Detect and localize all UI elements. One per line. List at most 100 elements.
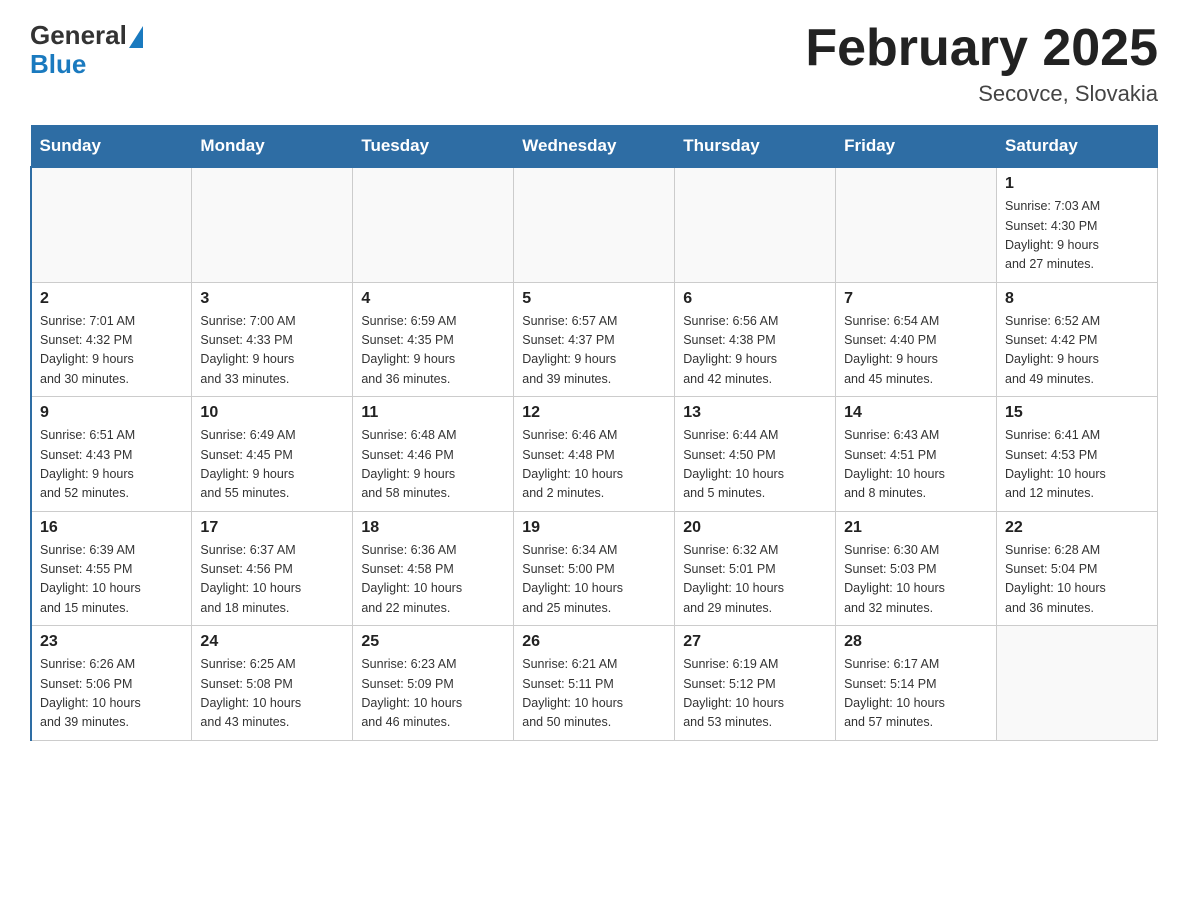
calendar-header: SundayMondayTuesdayWednesdayThursdayFrid… [31,126,1158,168]
day-info: Sunrise: 6:49 AMSunset: 4:45 PMDaylight:… [200,426,344,504]
calendar-cell: 23 Sunrise: 6:26 AMSunset: 5:06 PMDayligh… [31,626,192,741]
day-number: 13 [683,404,827,422]
day-info: Sunrise: 6:57 AMSunset: 4:37 PMDaylight:… [522,312,666,390]
calendar-cell: 20 Sunrise: 6:32 AMSunset: 5:01 PMDayligh… [675,511,836,626]
day-number: 10 [200,404,344,422]
day-number: 9 [40,404,183,422]
calendar-cell: 19 Sunrise: 6:34 AMSunset: 5:00 PMDayligh… [514,511,675,626]
calendar-cell: 4Sunrise: 6:59 AMSunset: 4:35 PMDaylight… [353,282,514,397]
calendar-cell [997,626,1158,741]
day-number: 18 [361,519,505,537]
day-info: Sunrise: 6:56 AMSunset: 4:38 PMDaylight:… [683,312,827,390]
day-number: 3 [200,290,344,308]
location-subtitle: Secovce, Slovakia [805,81,1158,107]
day-info: Sunrise: 6:59 AMSunset: 4:35 PMDaylight:… [361,312,505,390]
calendar-cell: 8Sunrise: 6:52 AMSunset: 4:42 PMDaylight… [997,282,1158,397]
calendar-cell: 15 Sunrise: 6:41 AMSunset: 4:53 PMDayligh… [997,397,1158,512]
logo-triangle-icon [129,26,143,48]
calendar-cell [836,167,997,282]
day-number: 28 [844,633,988,651]
calendar-cell: 11 Sunrise: 6:48 AMSunset: 4:46 PMDayligh… [353,397,514,512]
calendar-cell: 25 Sunrise: 6:23 AMSunset: 5:09 PMDayligh… [353,626,514,741]
day-number: 21 [844,519,988,537]
day-info: Sunrise: 6:44 AMSunset: 4:50 PMDaylight:… [683,426,827,504]
weekday-header-thursday: Thursday [675,126,836,168]
calendar-cell: 2 Sunrise: 7:01 AMSunset: 4:32 PMDaylight… [31,282,192,397]
day-number: 23 [40,633,183,651]
day-number: 11 [361,404,505,422]
calendar-cell: 13 Sunrise: 6:44 AMSunset: 4:50 PMDayligh… [675,397,836,512]
day-number: 27 [683,633,827,651]
calendar-cell [353,167,514,282]
day-info: Sunrise: 6:48 AMSunset: 4:46 PMDaylight:… [361,426,505,504]
weekday-header-tuesday: Tuesday [353,126,514,168]
calendar-cell [514,167,675,282]
calendar-cell [192,167,353,282]
day-number: 19 [522,519,666,537]
day-number: 20 [683,519,827,537]
day-info: Sunrise: 6:41 AMSunset: 4:53 PMDaylight:… [1005,426,1149,504]
day-info: Sunrise: 6:51 AMSunset: 4:43 PMDaylight:… [40,426,183,504]
page-header: General Blue February 2025 Secovce, Slov… [30,20,1158,107]
calendar-week-row: 16Sunrise: 6:39 AMSunset: 4:55 PMDayligh… [31,511,1158,626]
day-number: 15 [1005,404,1149,422]
calendar-week-row: 2 Sunrise: 7:01 AMSunset: 4:32 PMDaylight… [31,282,1158,397]
day-number: 12 [522,404,666,422]
day-info: Sunrise: 6:28 AMSunset: 5:04 PMDaylight:… [1005,541,1149,619]
day-info: Sunrise: 6:21 AMSunset: 5:11 PMDaylight:… [522,655,666,733]
day-info: Sunrise: 6:26 AMSunset: 5:06 PMDaylight:… [40,655,183,733]
day-info: Sunrise: 7:01 AMSunset: 4:32 PMDaylight:… [40,312,183,390]
day-info: Sunrise: 6:54 AMSunset: 4:40 PMDaylight:… [844,312,988,390]
calendar-week-row: 9 Sunrise: 6:51 AMSunset: 4:43 PMDaylight… [31,397,1158,512]
day-info: Sunrise: 7:00 AMSunset: 4:33 PMDaylight:… [200,312,344,390]
weekday-header-saturday: Saturday [997,126,1158,168]
day-number: 22 [1005,519,1149,537]
day-info: Sunrise: 6:46 AMSunset: 4:48 PMDaylight:… [522,426,666,504]
logo-general-text: General [30,20,127,51]
weekday-header-wednesday: Wednesday [514,126,675,168]
day-number: 1 [1005,175,1149,193]
day-number: 24 [200,633,344,651]
day-number: 7 [844,290,988,308]
day-info: Sunrise: 6:23 AMSunset: 5:09 PMDaylight:… [361,655,505,733]
weekday-header-sunday: Sunday [31,126,192,168]
logo: General Blue [30,20,143,80]
title-block: February 2025 Secovce, Slovakia [805,20,1158,107]
calendar-cell: 7 Sunrise: 6:54 AMSunset: 4:40 PMDaylight… [836,282,997,397]
day-info: Sunrise: 6:34 AMSunset: 5:00 PMDaylight:… [522,541,666,619]
day-number: 2 [40,290,183,308]
day-info: Sunrise: 7:03 AMSunset: 4:30 PMDaylight:… [1005,197,1149,275]
day-info: Sunrise: 6:19 AMSunset: 5:12 PMDaylight:… [683,655,827,733]
calendar-cell: 24Sunrise: 6:25 AMSunset: 5:08 PMDayligh… [192,626,353,741]
logo-blue-text: Blue [30,49,86,80]
calendar-week-row: 1 Sunrise: 7:03 AMSunset: 4:30 PMDaylight… [31,167,1158,282]
calendar-cell: 18Sunrise: 6:36 AMSunset: 4:58 PMDayligh… [353,511,514,626]
calendar-cell: 26 Sunrise: 6:21 AMSunset: 5:11 PMDayligh… [514,626,675,741]
calendar-cell: 6Sunrise: 6:56 AMSunset: 4:38 PMDaylight… [675,282,836,397]
calendar-cell [675,167,836,282]
day-info: Sunrise: 6:32 AMSunset: 5:01 PMDaylight:… [683,541,827,619]
weekday-header-friday: Friday [836,126,997,168]
calendar-cell: 5 Sunrise: 6:57 AMSunset: 4:37 PMDaylight… [514,282,675,397]
day-number: 17 [200,519,344,537]
calendar-cell: 21Sunrise: 6:30 AMSunset: 5:03 PMDayligh… [836,511,997,626]
month-title: February 2025 [805,20,1158,77]
day-info: Sunrise: 6:43 AMSunset: 4:51 PMDaylight:… [844,426,988,504]
calendar-cell [31,167,192,282]
day-info: Sunrise: 6:17 AMSunset: 5:14 PMDaylight:… [844,655,988,733]
calendar-cell: 28 Sunrise: 6:17 AMSunset: 5:14 PMDayligh… [836,626,997,741]
calendar-cell: 22 Sunrise: 6:28 AMSunset: 5:04 PMDayligh… [997,511,1158,626]
calendar-body: 1 Sunrise: 7:03 AMSunset: 4:30 PMDaylight… [31,167,1158,740]
weekday-header-monday: Monday [192,126,353,168]
day-number: 5 [522,290,666,308]
calendar-cell: 3 Sunrise: 7:00 AMSunset: 4:33 PMDaylight… [192,282,353,397]
calendar-cell: 16Sunrise: 6:39 AMSunset: 4:55 PMDayligh… [31,511,192,626]
day-number: 26 [522,633,666,651]
calendar-table: SundayMondayTuesdayWednesdayThursdayFrid… [30,125,1158,741]
calendar-cell: 1 Sunrise: 7:03 AMSunset: 4:30 PMDaylight… [997,167,1158,282]
day-number: 25 [361,633,505,651]
day-info: Sunrise: 6:39 AMSunset: 4:55 PMDaylight:… [40,541,183,619]
calendar-cell: 17Sunrise: 6:37 AMSunset: 4:56 PMDayligh… [192,511,353,626]
calendar-week-row: 23 Sunrise: 6:26 AMSunset: 5:06 PMDayligh… [31,626,1158,741]
calendar-cell: 10 Sunrise: 6:49 AMSunset: 4:45 PMDayligh… [192,397,353,512]
